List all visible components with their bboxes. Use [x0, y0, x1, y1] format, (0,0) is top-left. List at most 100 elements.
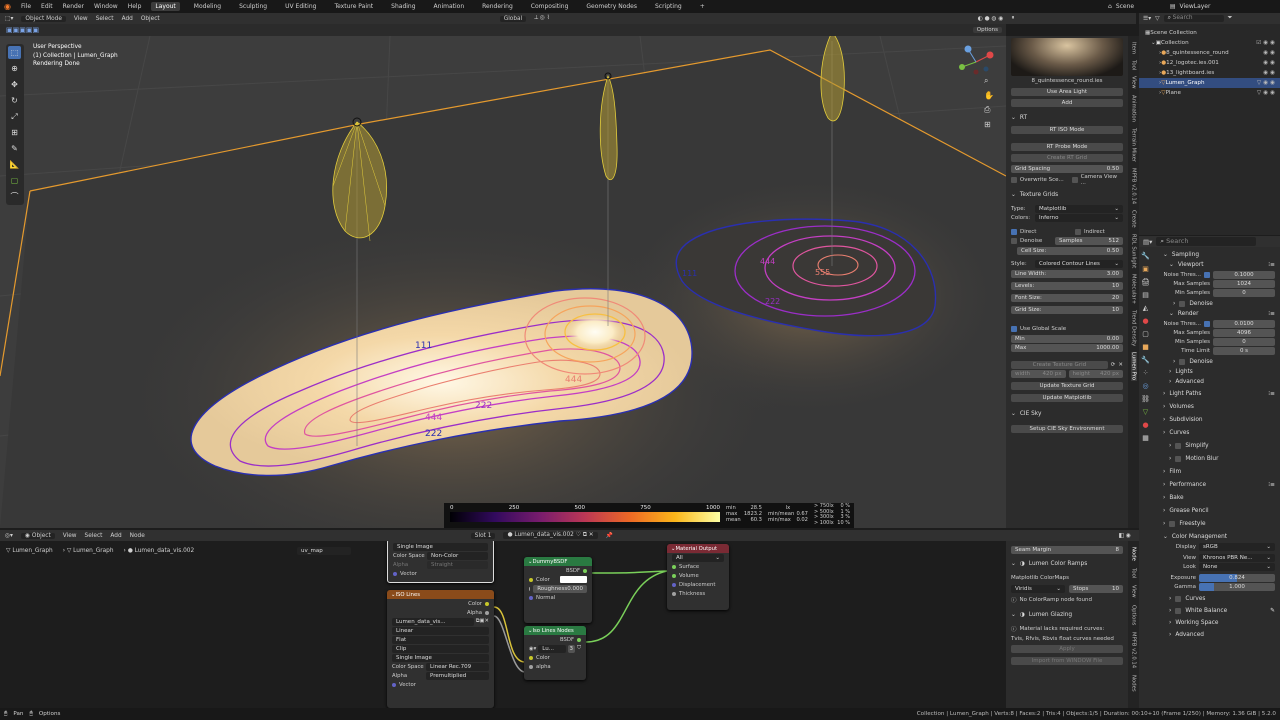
- select-tool-icon[interactable]: ⬚: [8, 46, 21, 59]
- simplify-header[interactable]: › Simplify: [1163, 441, 1275, 451]
- viewport-menu-select[interactable]: Select: [96, 16, 114, 22]
- modifier-tab-icon[interactable]: 🔧: [1141, 356, 1150, 364]
- zoom-icon[interactable]: ⌕: [984, 76, 994, 86]
- node-menu-select[interactable]: Select: [85, 533, 103, 539]
- pause-icon[interactable]: ⏸: [1011, 15, 1014, 22]
- style-dropdown[interactable]: Colored Contour Lines ⌄: [1035, 259, 1123, 268]
- direct-checkbox[interactable]: [1011, 228, 1017, 235]
- rt-iso-mode-button[interactable]: RT ISO Mode: [1011, 126, 1123, 134]
- move-tool-icon[interactable]: ✥: [8, 78, 21, 91]
- properties-editor-icon[interactable]: ▤▾: [1143, 238, 1152, 246]
- create-rt-grid-button[interactable]: Create RT Grid: [1011, 154, 1123, 162]
- image-actions-icons[interactable]: ⧉▣✕: [476, 618, 489, 625]
- node-tab-nodes[interactable]: Nodes: [1131, 675, 1137, 692]
- output-target-dropdown[interactable]: All ⌄: [672, 553, 724, 562]
- viewport-denoise-header[interactable]: › Denoise: [1163, 299, 1275, 309]
- npanel-tab-tool[interactable]: Tool: [1131, 60, 1137, 70]
- shader-type-dropdown[interactable]: ◉ Object: [20, 532, 55, 539]
- socket-icon[interactable]: [529, 577, 533, 582]
- workspace-tab-geometry-nodes[interactable]: Geometry Nodes: [582, 2, 641, 11]
- render-min-samples-field[interactable]: 0: [1213, 337, 1275, 346]
- color-space-dropdown[interactable]: Linear Rec.709: [426, 662, 489, 671]
- socket-icon[interactable]: [672, 591, 676, 596]
- apply-button[interactable]: Apply: [1011, 645, 1123, 653]
- object-tab-icon[interactable]: ■: [1142, 343, 1149, 351]
- list-icon[interactable]: ⁝≡: [1268, 391, 1275, 397]
- shading-mode-icons[interactable]: ◐ ● ◍ ◉: [978, 16, 1004, 22]
- color-management-header[interactable]: ⌄ Color Management: [1163, 532, 1275, 542]
- line-width-field[interactable]: Line Width: 3.00: [1011, 270, 1123, 278]
- film-header[interactable]: › Film: [1163, 467, 1275, 477]
- transform-orientation-dropdown[interactable]: Global: [499, 15, 527, 22]
- pan-hand-icon[interactable]: ✋: [984, 91, 994, 100]
- performance-header[interactable]: › Performance ⁝≡: [1163, 480, 1275, 490]
- socket-icon[interactable]: [583, 568, 587, 573]
- workspace-tab-sculpting[interactable]: Sculpting: [235, 2, 271, 11]
- use-global-scale-checkbox[interactable]: [1011, 325, 1017, 332]
- view-layer-tab-icon[interactable]: ▤: [1142, 291, 1149, 299]
- cursor-tool-icon[interactable]: ⊕: [8, 62, 21, 75]
- material-selector[interactable]: ● Lumen_data_vis.002 ♡ ⧉ ✕: [503, 532, 598, 539]
- npanel-tab-mpfb[interactable]: MPFB v2.0.14: [1131, 168, 1137, 204]
- npanel-tab-item[interactable]: Item: [1131, 42, 1137, 54]
- scale-min-field[interactable]: Min 0.00: [1011, 335, 1123, 343]
- world-tab-icon[interactable]: ●: [1142, 317, 1148, 325]
- add-light-button[interactable]: Add: [1011, 99, 1123, 107]
- samples-field[interactable]: Samples 512: [1055, 236, 1123, 245]
- menu-edit[interactable]: Edit: [41, 3, 53, 10]
- freestyle-checkbox[interactable]: [1169, 521, 1176, 527]
- outliner-item[interactable]: › ● 8_quintessence_round ◉◉: [1139, 48, 1280, 58]
- socket-icon[interactable]: [577, 637, 581, 642]
- uv-map-field[interactable]: uv_map: [297, 547, 351, 555]
- npanel-tab-lumen-pro[interactable]: Lumen Pro: [1130, 352, 1137, 381]
- viewport-options-button[interactable]: Options: [972, 27, 1002, 33]
- iso-lines-nodes-group[interactable]: ⌄ Iso Lines Nodes BSDF ◉▾ Lu... 3 ⛉ Color a…: [524, 626, 586, 680]
- width-field[interactable]: width 420 px: [1011, 369, 1066, 378]
- setup-cie-sky-button[interactable]: Setup CIE Sky Environment: [1011, 425, 1123, 433]
- subdivision-header[interactable]: › Subdivision: [1163, 415, 1275, 425]
- outliner-item[interactable]: › ▽ Plane ▽◉◉: [1139, 88, 1280, 98]
- add-cube-tool-icon[interactable]: ▢: [8, 174, 21, 187]
- gamma-slider[interactable]: 1.000: [1199, 582, 1275, 591]
- workspace-tab-shading[interactable]: Shading: [387, 2, 419, 11]
- color-swatch[interactable]: [560, 576, 587, 583]
- cm-advanced-header[interactable]: › Advanced: [1163, 630, 1275, 640]
- alpha-dropdown[interactable]: Straight: [427, 560, 488, 569]
- scale-max-field[interactable]: Max 1000.00: [1011, 344, 1123, 352]
- npanel-tab-trend-density[interactable]: Trend Density: [1131, 310, 1137, 346]
- curves-checkbox[interactable]: [1175, 596, 1182, 602]
- visibility-icons[interactable]: ◉◉: [1263, 60, 1280, 66]
- motion-blur-checkbox[interactable]: [1175, 456, 1182, 462]
- lights-subheader[interactable]: › Lights: [1163, 367, 1275, 377]
- node-tab-node[interactable]: Node: [1131, 547, 1137, 561]
- white-balance-header[interactable]: › White Balance ✎: [1163, 606, 1275, 616]
- outliner-search[interactable]: ⌕ Search: [1163, 15, 1224, 22]
- list-icon[interactable]: ⁝≡: [1268, 262, 1275, 268]
- socket-icon[interactable]: [485, 601, 489, 606]
- visibility-icons[interactable]: ▽◉◉: [1257, 80, 1280, 86]
- outliner-item[interactable]: › ● 13_lightboard.ies ◉◉: [1139, 68, 1280, 78]
- viewport-3d[interactable]: 444 222 222 444 111 111 222 444 555 User…: [0, 36, 1006, 528]
- scene-tab-icon[interactable]: ◭: [1143, 304, 1148, 312]
- advanced-subheader[interactable]: › Advanced: [1163, 377, 1275, 387]
- exposure-slider[interactable]: 0.824: [1199, 573, 1275, 582]
- image-texture-node-top[interactable]: Single Image Color Space Non-Color Alpha S…: [387, 541, 494, 583]
- render-max-samples-field[interactable]: 4096: [1213, 328, 1275, 337]
- node-tab-options[interactable]: Options: [1131, 605, 1137, 625]
- white-balance-checkbox[interactable]: [1175, 608, 1182, 614]
- noise-threshold-checkbox[interactable]: [1204, 271, 1210, 278]
- outliner-item[interactable]: › ● 12_logotec.ies.001 ◉◉: [1139, 58, 1280, 68]
- cie-sky-header[interactable]: ⌄ CIE Sky: [1011, 409, 1123, 419]
- viewport-denoise-checkbox[interactable]: [1179, 301, 1186, 307]
- visibility-icons[interactable]: ◉◉: [1263, 70, 1280, 76]
- socket-icon[interactable]: [672, 582, 676, 587]
- pin-icon[interactable]: 📌: [606, 533, 613, 539]
- outliner-scene-collection[interactable]: ▦ Scene Collection: [1139, 28, 1280, 38]
- sampling-header[interactable]: ⌄ Sampling: [1163, 250, 1275, 260]
- grid-view-icon[interactable]: ⊞: [984, 120, 994, 129]
- material-tab-icon[interactable]: ●: [1142, 421, 1148, 429]
- rt-section-header[interactable]: ⌄ RT: [1011, 113, 1123, 123]
- npanel-tab-terrain-mixer[interactable]: Terrain Mixer: [1131, 128, 1137, 162]
- grease-pencil-header[interactable]: › Grease Pencil: [1163, 506, 1275, 516]
- time-limit-field[interactable]: 0 s: [1213, 346, 1275, 355]
